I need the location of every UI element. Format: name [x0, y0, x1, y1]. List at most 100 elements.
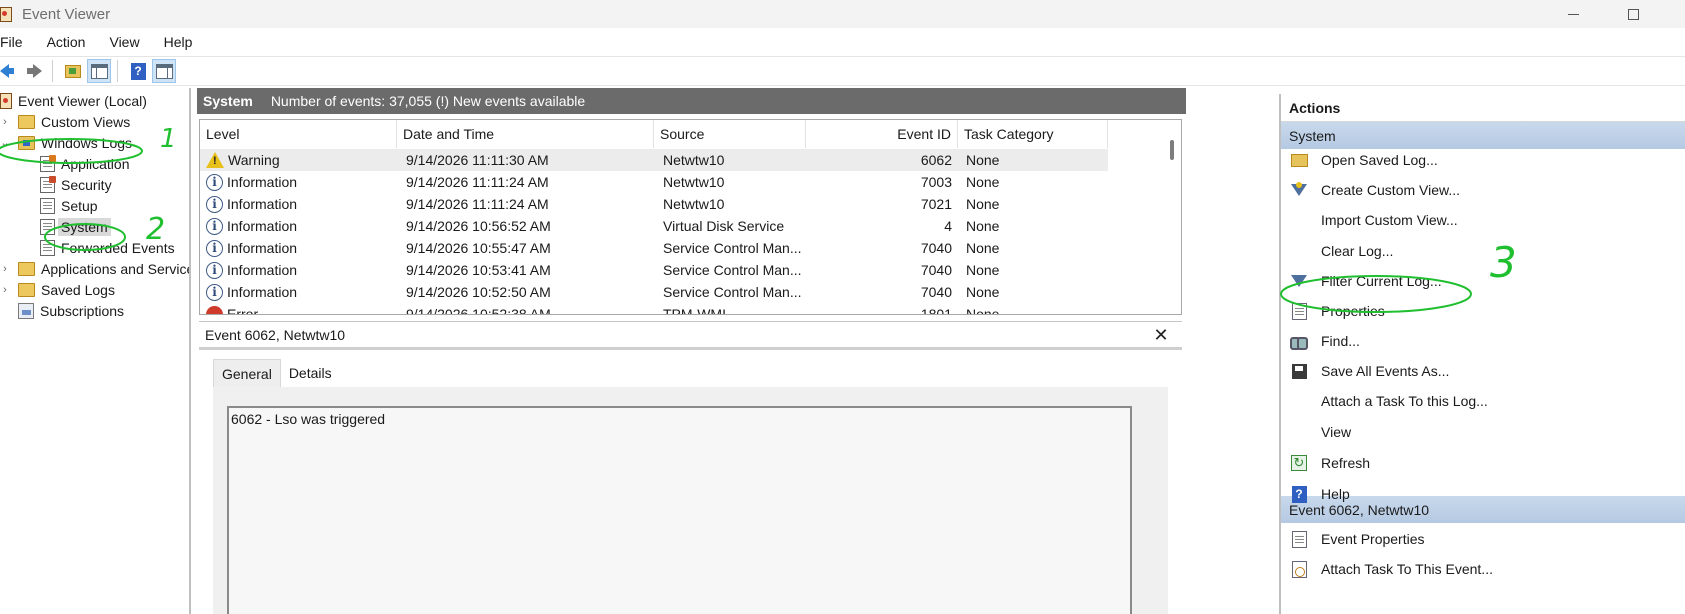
task-clock-icon [1289, 560, 1309, 578]
show-hide-action-pane-button[interactable] [152, 59, 176, 83]
actions-section-system[interactable]: System [1281, 122, 1685, 149]
tree-item-windows-logs[interactable]: ⌄ Windows Logs [0, 132, 132, 153]
action-label: Save All Events As... [1321, 363, 1450, 379]
back-button[interactable] [0, 59, 14, 83]
action-attach-task-to-this-event[interactable]: Attach Task To This Event... [1281, 557, 1685, 581]
up-one-level-button[interactable] [61, 59, 85, 83]
log-icon [40, 239, 55, 256]
event-description[interactable]: 6062 - Lso was triggered [227, 406, 1132, 614]
table-row[interactable]: Warning 9/14/2026 11:11:30 AM Netwtw10 6062… [200, 149, 1108, 171]
tab-general[interactable]: General [213, 359, 281, 387]
cell-event-id: 6062 [920, 152, 952, 168]
column-header-task-category[interactable]: Task Category [958, 120, 1108, 148]
chevron-right-icon[interactable]: › [0, 116, 10, 128]
cell-date-time: 9/14/2026 10:55:47 AM [406, 240, 551, 256]
detail-tabs: General Details [213, 359, 340, 387]
cell-event-id: 7040 [920, 240, 952, 256]
menu-action[interactable]: Action [47, 34, 98, 50]
table-row[interactable]: Error 9/14/2026 10:52:38 AM TPM-WMI 1801 Non… [200, 303, 1108, 315]
table-row[interactable]: i Information 9/14/2026 11:11:24 AM Netwtw1… [200, 193, 1108, 215]
tree-item-event-viewer-local[interactable]: Event Viewer (Local) [0, 90, 147, 111]
tree-item-security[interactable]: Security [40, 174, 112, 195]
action-label: Help [1321, 486, 1350, 502]
properties-icon [1289, 530, 1309, 548]
table-row[interactable]: i Information 9/14/2026 10:55:47 AM Service… [200, 237, 1108, 259]
action-event-properties[interactable]: Event Properties [1281, 527, 1685, 551]
log-header: System Number of events: 37,055 (!) New … [197, 88, 1186, 114]
action-find[interactable]: Find... [1281, 329, 1685, 353]
action-label: Filter Current Log... [1321, 273, 1442, 289]
cell-task-category: None [966, 218, 1000, 234]
chevron-right-icon[interactable]: › [0, 263, 10, 275]
action-label: Properties [1321, 303, 1385, 319]
tree-item-system[interactable]: System [40, 216, 111, 237]
table-row[interactable]: i Information 9/14/2026 10:56:52 AM Virtual… [200, 215, 1108, 237]
table-row[interactable]: i Information 9/14/2026 10:52:50 AM Service… [200, 281, 1108, 303]
action-open-saved-log[interactable]: Open Saved Log... [1281, 148, 1685, 172]
toolbar-separator [117, 60, 118, 82]
minimize-button[interactable] [1550, 0, 1596, 28]
column-header-source[interactable]: Source [654, 120, 806, 148]
help-button[interactable]: ? [126, 59, 150, 83]
cell-event-id: 7040 [920, 262, 952, 278]
tree-item-setup[interactable]: Setup [40, 195, 98, 216]
grid-scrollbar[interactable] [1163, 120, 1181, 314]
action-attach-a-task-to-this-log[interactable]: Attach a Task To this Log... [1281, 389, 1685, 413]
action-label: Import Custom View... [1321, 212, 1458, 228]
tree-item-saved-logs[interactable]: › Saved Logs [0, 279, 115, 300]
column-header-event-id[interactable]: Event ID [806, 120, 958, 148]
chevron-right-icon[interactable]: › [0, 284, 10, 296]
table-row[interactable]: i Information 9/14/2026 10:53:41 AM Service… [200, 259, 1108, 281]
cell-task-category: None [966, 306, 1000, 315]
save-icon [1289, 362, 1309, 380]
action-view[interactable]: View [1281, 420, 1685, 444]
menu-help[interactable]: Help [164, 34, 205, 50]
tree-item-application[interactable]: Application [40, 153, 130, 174]
annotation-number-3: 3 [1490, 238, 1517, 287]
action-clear-log[interactable]: Clear Log... [1281, 239, 1685, 263]
toolbar: ? [0, 56, 1685, 86]
close-icon[interactable]: ✕ [1152, 325, 1170, 345]
column-header-date-time[interactable]: Date and Time [397, 120, 654, 148]
log-icon [40, 197, 55, 214]
action-help[interactable]: ? Help [1281, 482, 1685, 506]
tree-item-subscriptions[interactable]: Subscriptions [18, 300, 124, 321]
cell-source: Service Control Man... [663, 262, 802, 278]
action-label: Open Saved Log... [1321, 152, 1438, 168]
cell-task-category: None [966, 240, 1000, 256]
annotation-number-2: 2 [146, 212, 166, 247]
show-hide-console-tree-button[interactable] [87, 59, 111, 83]
menu-view[interactable]: View [109, 34, 151, 50]
maximize-button[interactable] [1610, 0, 1656, 28]
action-import-custom-view[interactable]: Import Custom View... [1281, 208, 1685, 232]
open-folder-icon [1289, 151, 1309, 169]
event-detail-title: Event 6062, Netwtw10 [205, 326, 346, 343]
events-grid: Level Date and Time Source Event ID Task… [199, 119, 1182, 315]
action-save-all-events-as[interactable]: Save All Events As... [1281, 359, 1685, 383]
tree-item-custom-views[interactable]: › Custom Views [0, 111, 130, 132]
tab-details[interactable]: Details [281, 359, 340, 387]
cell-source: Netwtw10 [663, 152, 725, 168]
level-text: Information [227, 240, 298, 256]
actions-list-event: Event Properties Attach Task To This Even… [1281, 523, 1685, 593]
action-label: Attach a Task To this Log... [1321, 393, 1488, 409]
cell-task-category: None [966, 262, 1000, 278]
tree-item-applications-and-services[interactable]: › Applications and Services [0, 258, 189, 279]
scroll-thumb[interactable] [1170, 140, 1174, 160]
warning-icon [206, 152, 224, 168]
action-create-custom-view[interactable]: Create Custom View... [1281, 178, 1685, 202]
subscriptions-icon [18, 302, 34, 319]
toolbar-separator [52, 60, 53, 82]
action-filter-current-log[interactable]: Filter Current Log... [1281, 269, 1685, 293]
action-properties[interactable]: Properties [1281, 299, 1685, 323]
binoculars-icon [1289, 332, 1309, 350]
cell-event-id: 7003 [920, 174, 952, 190]
menu-file[interactable]: File [0, 34, 35, 50]
table-row[interactable]: i Information 9/14/2026 11:11:24 AM Netwtw1… [200, 171, 1108, 193]
window-title: Event Viewer [22, 5, 111, 23]
column-header-level[interactable]: Level [200, 120, 397, 148]
action-refresh[interactable]: ↻ Refresh [1281, 451, 1685, 475]
cell-task-category: None [966, 196, 1000, 212]
forward-button[interactable] [22, 59, 46, 83]
chevron-down-icon[interactable]: ⌄ [0, 137, 10, 149]
